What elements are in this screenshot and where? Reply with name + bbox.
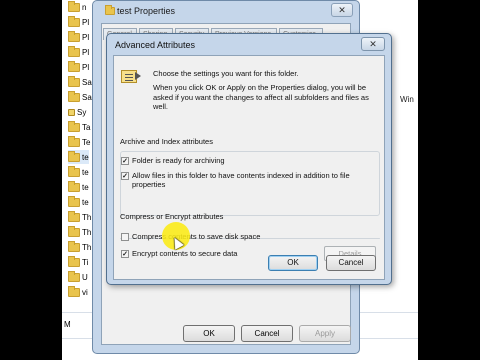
ok-button[interactable]: OK — [183, 325, 235, 342]
encrypt-option[interactable]: Encrypt contents to secure data — [121, 249, 237, 258]
window-title-bar: test Properties — [105, 5, 176, 16]
folder-icon — [68, 30, 80, 42]
archive-option[interactable]: Folder is ready for archiving — [121, 156, 225, 165]
list-item-label: Pl — [82, 62, 90, 72]
list-item[interactable]: Sa — [68, 90, 92, 104]
compress-label: Compress contents to save disk space — [132, 232, 261, 241]
list-item-label: Th — [82, 242, 92, 252]
background-text: Win — [400, 95, 414, 104]
archive-label: Folder is ready for archiving — [132, 156, 225, 165]
folder-icon — [68, 195, 80, 207]
folder-icon — [68, 270, 80, 282]
list-item-label: te — [82, 152, 89, 162]
list-item-label: Ti — [82, 257, 89, 267]
list-item[interactable]: Pl — [68, 15, 89, 29]
folder-settings-icon — [121, 66, 143, 86]
list-item[interactable]: Th — [68, 240, 91, 254]
list-item[interactable]: Ta — [68, 120, 90, 134]
index-checkbox[interactable] — [121, 172, 129, 180]
close-button[interactable]: ✕ — [331, 3, 353, 17]
close-button[interactable]: ✕ — [361, 37, 385, 51]
list-item-label: Sa — [82, 77, 92, 87]
list-item[interactable]: Sa — [68, 75, 92, 89]
list-item[interactable]: Th — [68, 225, 91, 239]
list-item[interactable]: n — [68, 0, 86, 14]
folder-icon — [68, 225, 80, 237]
cancel-button[interactable]: Cancel — [326, 255, 376, 271]
folder-icon — [68, 120, 80, 132]
archive-checkbox[interactable] — [121, 157, 129, 165]
archive-group-label: Archive and Index attributes — [120, 137, 213, 146]
folder-icon — [68, 180, 80, 192]
list-item[interactable]: Sy — [68, 105, 86, 119]
list-item[interactable]: Pl — [68, 60, 89, 74]
list-item-label: Ta — [82, 122, 91, 132]
folder-icon — [68, 15, 80, 27]
list-item[interactable]: Th — [68, 210, 91, 224]
compress-option[interactable]: Compress contents to save disk space — [121, 232, 260, 241]
folder-icon — [68, 285, 80, 297]
list-item[interactable]: vi — [68, 285, 88, 299]
list-item[interactable]: te — [68, 165, 89, 179]
list-item-label: vi — [82, 287, 88, 297]
list-item[interactable]: Pl — [68, 45, 89, 59]
list-item-selected[interactable]: te — [68, 150, 89, 164]
list-item-label: Pl — [82, 32, 90, 42]
list-item-label: te — [82, 182, 89, 192]
dialog-title: Advanced Attributes — [115, 40, 196, 50]
list-item-label: Sa — [82, 92, 92, 102]
folder-icon — [68, 165, 80, 177]
list-item[interactable]: U — [68, 270, 88, 284]
list-item[interactable]: Pl — [68, 30, 89, 44]
index-label: Allow files in this folder to have conte… — [132, 171, 350, 189]
list-item-label: n — [82, 2, 87, 12]
advanced-attributes-dialog: Advanced Attributes ✕ Choose the setting… — [106, 33, 392, 285]
folder-icon — [68, 0, 80, 12]
apply-button[interactable]: Apply — [299, 325, 351, 342]
folder-icon — [68, 45, 80, 57]
list-item-label: te — [82, 197, 89, 207]
list-item[interactable]: Ti — [68, 255, 88, 269]
list-item-label: Sy — [77, 107, 87, 117]
folder-icon — [68, 90, 80, 102]
list-item-label: Pl — [82, 17, 90, 27]
folder-icon — [68, 75, 80, 87]
description-text: When you click OK or Apply on the Proper… — [153, 83, 369, 111]
list-item-label: te — [82, 167, 89, 177]
folder-icon — [68, 135, 80, 147]
lock-icon — [68, 108, 75, 116]
ok-button[interactable]: OK — [268, 255, 318, 271]
list-item-label: Te — [82, 137, 91, 147]
folder-icon — [68, 255, 80, 267]
folder-icon — [68, 60, 80, 72]
cancel-button[interactable]: Cancel — [241, 325, 293, 342]
list-item-label: U — [82, 272, 88, 282]
folder-icon — [68, 240, 80, 252]
list-item[interactable]: te — [68, 195, 89, 209]
list-item[interactable]: Te — [68, 135, 90, 149]
intro-text: Choose the settings you want for this fo… — [153, 69, 299, 78]
dialog-body: Choose the settings you want for this fo… — [113, 55, 385, 280]
window-title: test Properties — [117, 6, 176, 16]
desktop-screen: n Pl Pl Pl Pl Sa Sa Sy Ta Te te te te te… — [62, 0, 418, 360]
index-option[interactable]: Allow files in this folder to have conte… — [121, 171, 371, 189]
compress-checkbox[interactable] — [121, 233, 129, 241]
list-item-label: Th — [82, 227, 92, 237]
folder-icon — [68, 150, 80, 162]
list-item-label: Th — [82, 212, 92, 222]
list-item-label: Pl — [82, 47, 90, 57]
folder-icon — [68, 210, 80, 222]
encrypt-checkbox[interactable] — [121, 250, 129, 258]
list-item[interactable]: te — [68, 180, 89, 194]
encrypt-label: Encrypt contents to secure data — [132, 249, 238, 258]
folder-icon — [105, 5, 115, 15]
compress-group-label: Compress or Encrypt attributes — [120, 212, 224, 221]
footer-label: M — [64, 320, 71, 329]
